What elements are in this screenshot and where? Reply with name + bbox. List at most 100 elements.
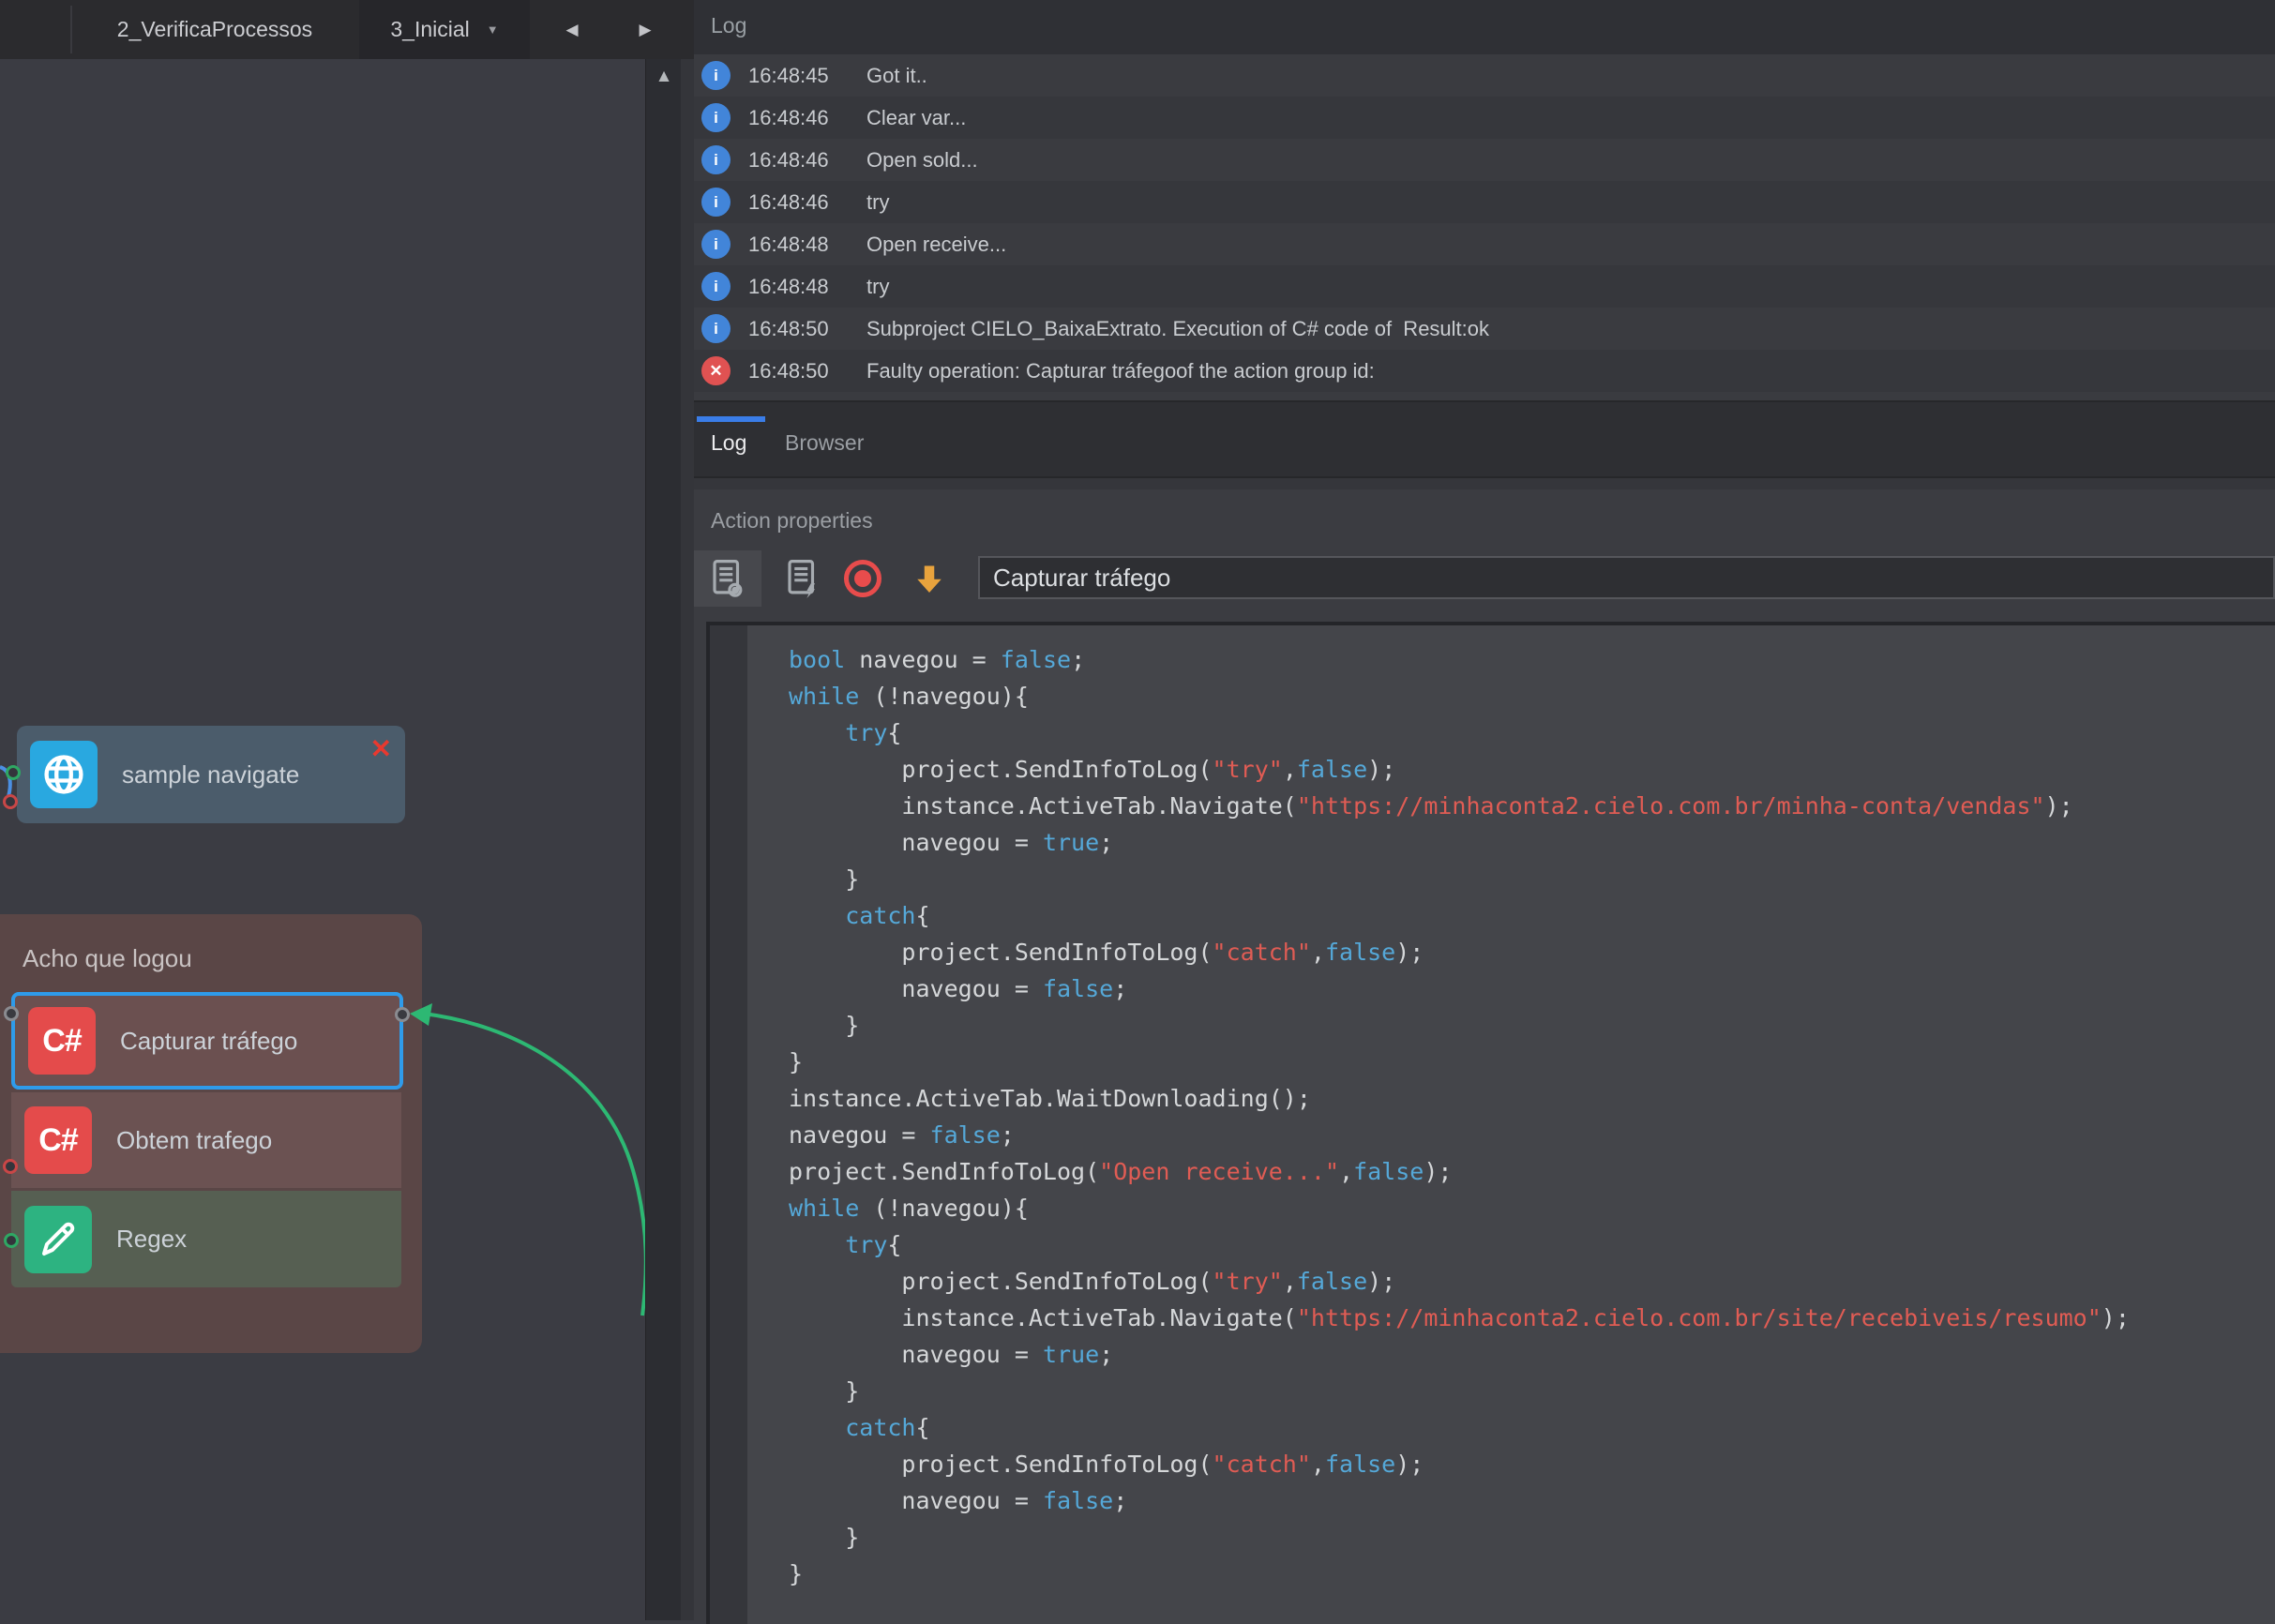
tab-verifica-processos-label: 2_VerificaProcessos (117, 17, 312, 42)
log-row[interactable]: i 16:48:46Open sold... (694, 139, 2275, 181)
port-node-out[interactable] (395, 1007, 410, 1022)
port-success-out[interactable] (4, 1233, 19, 1248)
document-gear-icon (708, 557, 747, 600)
scroll-up-icon[interactable]: ▲ (646, 67, 682, 87)
code-line: try{ (789, 714, 2275, 751)
code-line: } (789, 1556, 2275, 1592)
log-time: 16:48:45 (748, 64, 866, 88)
tab-browser[interactable]: Browser (785, 430, 864, 456)
log-row[interactable]: i 16:48:48Open receive... (694, 223, 2275, 265)
code-line: project.SendInfoToLog("catch",false); (789, 1446, 2275, 1482)
node-capturar-trafego-label: Capturar tráfego (120, 1027, 297, 1056)
log-time: 16:48:48 (748, 275, 866, 299)
log-message: Open receive... (866, 233, 1006, 257)
csharp-icon: C# (24, 1106, 92, 1174)
code-line: catch{ (789, 897, 2275, 934)
log-time: 16:48:46 (748, 106, 866, 130)
log-time: 16:48:50 (748, 359, 866, 383)
edges-layer (0, 59, 645, 1620)
port-error-out[interactable] (3, 794, 18, 809)
node-regex[interactable]: Regex (11, 1191, 401, 1287)
code-line: } (789, 1373, 2275, 1409)
code-lines: bool navegou = false;while (!navegou){ t… (747, 625, 2275, 1624)
tab-scroll-left-button[interactable]: ◀ (553, 0, 591, 59)
log-message: Open sold... (866, 148, 978, 173)
log-time: 16:48:46 (748, 148, 866, 173)
code-line: instance.ActiveTab.Navigate("https://min… (789, 788, 2275, 824)
log-row[interactable]: i16:48:46try (694, 181, 2275, 223)
tab-scroll-right-button[interactable]: ▶ (626, 0, 664, 59)
node-obtem-trafego[interactable]: C# Obtem trafego (11, 1092, 401, 1188)
code-line: navegou = true; (789, 1336, 2275, 1373)
code-line: } (789, 1519, 2275, 1556)
flow-canvas[interactable]: Acho que logou sample navigate ✕ C# Capt… (0, 59, 645, 1620)
down-arrow-icon (912, 562, 947, 595)
active-tab-indicator (697, 416, 765, 422)
code-line: while (!navegou){ (789, 678, 2275, 714)
pencil-icon (24, 1206, 92, 1273)
code-line: } (789, 1007, 2275, 1044)
port-error-out[interactable] (3, 1159, 18, 1174)
code-line: try{ (789, 1226, 2275, 1263)
record-button[interactable] (829, 550, 896, 607)
action-name-input[interactable] (978, 556, 2275, 599)
log-row[interactable]: i 16:48:46Clear var... (694, 97, 2275, 139)
action-properties-title: Action properties (711, 508, 873, 534)
document-flash-icon (783, 557, 822, 600)
log-rows: i16:48:45Got it..i16:48:46Clear var...i1… (694, 54, 2275, 400)
connection-edge-green[interactable] (424, 1014, 645, 1316)
node-capturar-trafego[interactable]: C# Capturar tráfego (11, 992, 403, 1090)
action-edit-button[interactable] (769, 550, 836, 607)
code-line: } (789, 1044, 2275, 1080)
log-message: try (866, 275, 889, 299)
tab-verifica-processos[interactable]: 2_VerificaProcessos (70, 0, 359, 59)
log-row[interactable]: ✕16:48:50Faulty operation: Capturar tráf… (694, 350, 2275, 392)
chevron-down-icon[interactable]: ▼ (487, 23, 499, 37)
code-line: navegou = false; (789, 1482, 2275, 1519)
log-row[interactable]: i 16:48:45Got it.. (694, 54, 2275, 97)
log-message: Clear var... (866, 106, 966, 130)
port-node-in[interactable] (4, 1006, 19, 1021)
code-line: } (789, 861, 2275, 897)
node-obtem-trafego-label: Obtem trafego (116, 1126, 272, 1155)
tab-inicial[interactable]: 3_Inicial ▼ (359, 0, 530, 59)
record-icon (844, 560, 881, 597)
log-message: Got it.. (866, 64, 927, 88)
node-sample-navigate[interactable]: sample navigate ✕ (17, 726, 405, 823)
code-line: instance.ActiveTab.Navigate("https://min… (789, 1300, 2275, 1336)
info-icon: i (701, 145, 731, 174)
action-settings-button[interactable] (694, 550, 761, 607)
panel-divider (681, 59, 694, 1620)
code-line: navegou = false; (789, 1117, 2275, 1153)
code-gutter (710, 625, 747, 1624)
code-line: bool navegou = false; (789, 641, 2275, 678)
code-line: catch{ (789, 1409, 2275, 1446)
log-panel-header: Log (694, 0, 2275, 55)
close-icon[interactable]: ✕ (370, 733, 392, 764)
info-icon: i (701, 314, 731, 343)
csharp-icon-label: C# (38, 1122, 77, 1159)
canvas-vertical-scrollbar[interactable]: ▲ (645, 59, 682, 1620)
log-row[interactable]: i 16:48:48try (694, 265, 2275, 308)
log-time: 16:48:48 (748, 233, 866, 257)
info-icon: i (701, 272, 731, 301)
info-icon: i (701, 230, 731, 259)
info-icon: i (701, 103, 731, 132)
tab-inicial-label: 3_Inicial (390, 17, 469, 42)
code-line: while (!navegou){ (789, 1190, 2275, 1226)
log-row[interactable]: i16:48:50Subproject CIELO_BaixaExtrato. … (694, 308, 2275, 350)
code-line: project.SendInfoToLog("catch",false); (789, 934, 2275, 970)
csharp-icon-label: C# (42, 1023, 81, 1060)
port-success-out[interactable] (6, 765, 21, 780)
info-icon: i (701, 61, 731, 90)
code-line: instance.ActiveTab.WaitDownloading(); (789, 1080, 2275, 1117)
project-tab-bar: 2_VerificaProcessos 3_Inicial ▼ ◀ ▶ (0, 0, 694, 60)
code-editor[interactable]: bool navegou = false;while (!navegou){ t… (706, 622, 2275, 1624)
right-panel: Log i 16:48:45Got it.. i 16:48:46Clear var.… (694, 0, 2275, 1620)
log-panel-title: Log (711, 13, 746, 38)
error-icon: ✕ (701, 356, 731, 385)
tab-log[interactable]: Log (711, 430, 746, 456)
log-message: Subproject CIELO_BaixaExtrato. Execution… (866, 317, 1489, 341)
code-line: project.SendInfoToLog("try",false); (789, 1263, 2275, 1300)
step-into-button[interactable] (896, 550, 963, 607)
